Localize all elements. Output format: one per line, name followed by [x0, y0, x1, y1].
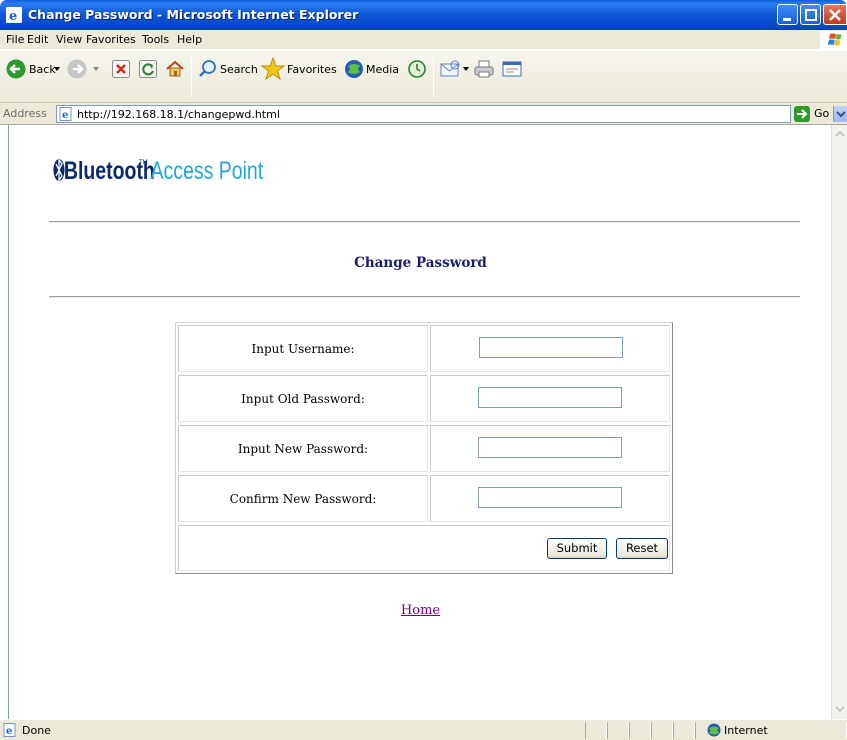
svg-text:e: e [62, 110, 68, 121]
page-icon: e [59, 107, 72, 121]
confirm-password-input[interactable] [478, 487, 622, 508]
page-content: Bluetooth TM Access Point Change Passwor… [8, 125, 831, 719]
security-zone: Internet [707, 723, 768, 740]
status-text: Done [22, 724, 51, 737]
reset-button[interactable]: Reset [616, 538, 668, 559]
mail-icon [440, 60, 460, 77]
chevron-down-icon [93, 67, 99, 71]
title-bar: e Change Password - Microsoft Internet E… [0, 0, 847, 30]
chevron-down-icon [836, 111, 846, 118]
confirm-password-label: Confirm New Password: [229, 492, 377, 506]
logo-tm: TM [139, 160, 148, 166]
new-password-label: Input New Password: [237, 442, 369, 456]
svg-text:e: e [6, 726, 12, 737]
chevron-down-icon [463, 67, 469, 71]
bottom-divider [49, 296, 800, 298]
confirm-password-label-cell: Confirm New Password: [178, 475, 428, 522]
favorites-label: Favorites [287, 63, 337, 76]
globe-icon [707, 723, 721, 737]
search-icon [199, 60, 216, 77]
old-password-label-cell: Input Old Password: [178, 375, 428, 422]
ie-icon: e [6, 7, 22, 23]
history-icon [408, 60, 426, 78]
old-password-input[interactable] [478, 387, 622, 408]
maximize-button[interactable] [800, 4, 821, 25]
go-button[interactable] [794, 106, 810, 122]
new-password-input-cell [430, 425, 670, 472]
page-title: Change Password [354, 255, 487, 271]
menu-bar: File Edit View Favorites Tools Help [0, 30, 847, 50]
edit-button[interactable] [500, 51, 524, 103]
password-form: Input Username: Input Old Password: Inpu… [175, 322, 673, 574]
username-label-cell: Input Username: [178, 325, 428, 372]
address-dropdown[interactable] [833, 106, 847, 122]
toolbar: Back Search Favorites Media [0, 51, 847, 103]
menu-edit[interactable]: Edit [27, 33, 48, 46]
menu-file[interactable]: File [6, 33, 24, 46]
window-title: Change Password - Microsoft Internet Exp… [28, 7, 359, 22]
media-button[interactable]: Media [342, 51, 400, 103]
scroll-up-icon[interactable] [834, 128, 846, 140]
go-label[interactable]: Go [814, 107, 829, 120]
top-divider [49, 221, 800, 223]
back-arrow-icon [6, 59, 26, 79]
bluetooth-logo: Bluetooth TM Access Point [53, 150, 264, 195]
old-password-input-cell [430, 375, 670, 422]
forward-arrow-icon [67, 59, 87, 79]
username-input-cell [430, 325, 670, 372]
new-password-input[interactable] [478, 437, 622, 458]
username-input[interactable] [479, 337, 623, 358]
scroll-down-icon[interactable] [834, 703, 846, 715]
menu-favorites[interactable]: Favorites [86, 33, 136, 46]
confirm-password-input-cell [430, 475, 670, 522]
home-icon [166, 60, 184, 77]
address-bar: Address e http://192.168.18.1/changepwd.… [0, 103, 847, 125]
favorites-button[interactable]: Favorites [259, 51, 337, 103]
new-password-label-cell: Input New Password: [178, 425, 428, 472]
menu-help[interactable]: Help [177, 33, 202, 46]
edit-page-icon [502, 61, 522, 77]
mail-button[interactable] [438, 51, 470, 103]
stop-button[interactable] [110, 51, 132, 103]
refresh-icon [139, 60, 157, 78]
media-label: Media [366, 63, 400, 76]
home-link[interactable]: Home [9, 603, 831, 618]
go-arrow-icon [794, 106, 810, 122]
close-button[interactable] [823, 4, 847, 25]
svg-text:e: e [9, 9, 17, 23]
submit-button[interactable]: Submit [547, 538, 607, 559]
menu-tools[interactable]: Tools [142, 33, 169, 46]
back-label: Back [29, 63, 56, 76]
print-button[interactable] [472, 51, 496, 103]
home-button[interactable] [163, 51, 187, 103]
back-button[interactable]: Back [3, 51, 61, 103]
refresh-button[interactable] [137, 51, 159, 103]
buttons-cell: Submit Reset [178, 525, 670, 571]
stop-icon [112, 60, 130, 78]
zone-label: Internet [724, 724, 768, 737]
chevron-down-icon [54, 67, 60, 71]
search-button[interactable]: Search [196, 51, 258, 103]
address-input[interactable]: e http://192.168.18.1/changepwd.html [56, 105, 847, 123]
username-label: Input Username: [251, 342, 355, 356]
history-button[interactable] [406, 51, 428, 103]
printer-icon [474, 60, 494, 78]
minimize-button[interactable] [777, 4, 798, 25]
status-bar: e Done Internet [0, 719, 847, 740]
address-label: Address [3, 107, 47, 120]
search-label: Search [220, 63, 258, 76]
old-password-label: Input Old Password: [241, 392, 365, 406]
vertical-scrollbar[interactable] [831, 125, 847, 719]
menu-view[interactable]: View [56, 33, 82, 46]
media-icon [345, 60, 363, 78]
windows-flag-icon [820, 31, 847, 49]
address-url: http://192.168.18.1/changepwd.html [77, 108, 280, 121]
forward-button[interactable] [65, 51, 103, 103]
logo-subtitle: Access Point [151, 157, 264, 185]
star-icon [261, 57, 285, 81]
page-icon: e [3, 723, 16, 737]
